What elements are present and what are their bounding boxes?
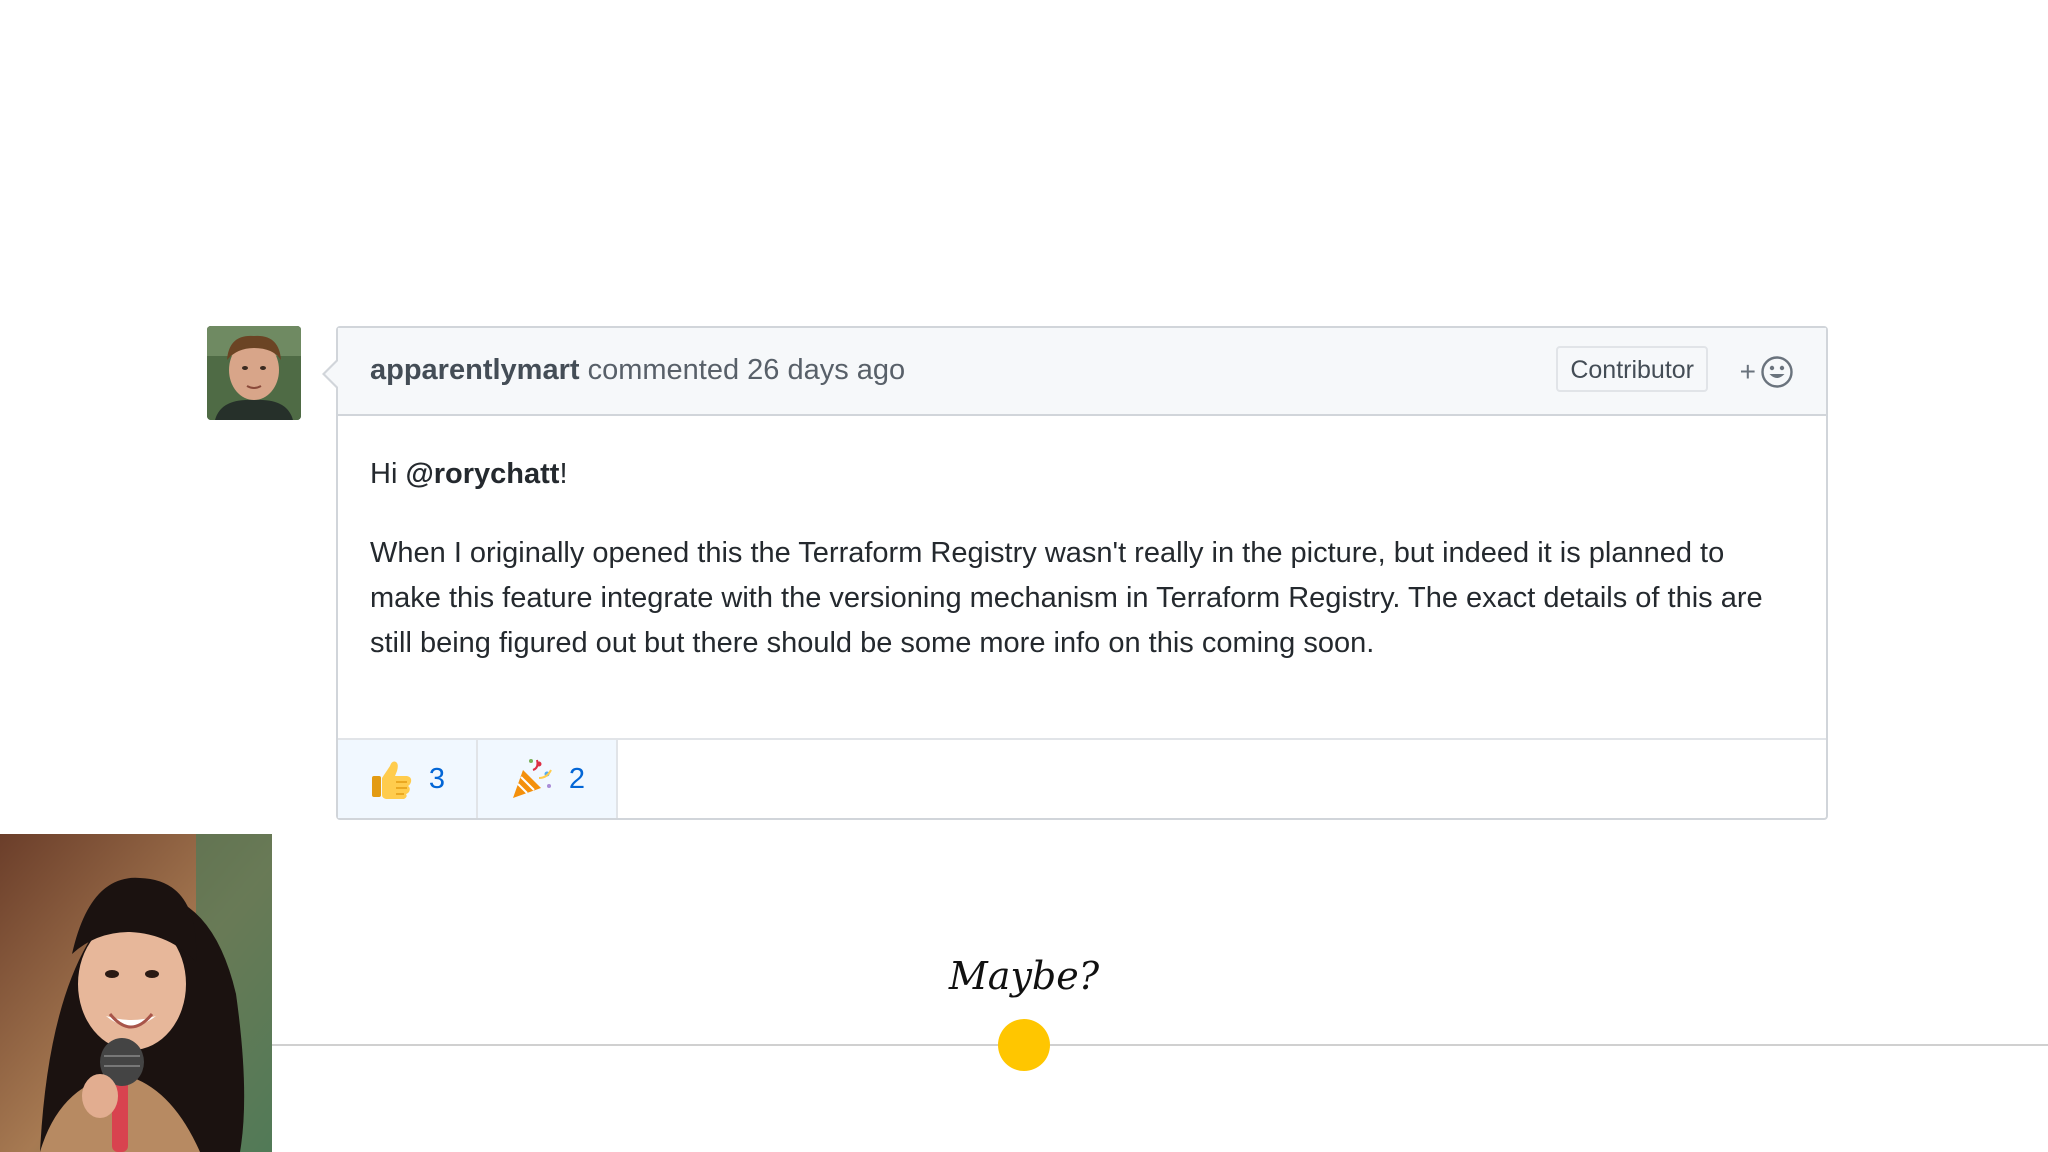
smiley-icon xyxy=(1761,356,1793,388)
user-mention-link[interactable]: @rorychatt xyxy=(405,458,559,490)
comment-timestamp-link[interactable]: 26 days ago xyxy=(747,354,905,386)
party-popper-icon xyxy=(512,759,552,798)
comment-header: apparentlymart commented 26 days ago Con… xyxy=(338,328,1826,416)
add-reaction-button[interactable]: + xyxy=(1740,354,1794,390)
timeline-marker xyxy=(998,1019,1050,1071)
reaction-hooray-button[interactable]: 2 xyxy=(478,740,618,818)
comment-author-link[interactable]: apparentlymart xyxy=(370,354,580,386)
reaction-hooray-count: 2 xyxy=(568,762,586,795)
comment-meta: apparentlymart commented 26 days ago xyxy=(370,354,905,387)
contributor-badge: Contributor xyxy=(1556,346,1708,392)
comment-body: Hi @rorychatt! When I originally opened … xyxy=(370,452,1780,700)
singer-photo xyxy=(0,834,272,1152)
greeting-suffix: ! xyxy=(559,458,568,490)
timeline-label: Maybe? xyxy=(948,954,1100,998)
comment-paragraph: When I originally opened this the Terraf… xyxy=(370,537,1763,659)
issue-comment: apparentlymart commented 26 days ago Con… xyxy=(322,326,1828,820)
thumbs-up-icon xyxy=(371,761,412,799)
comment-action: commented xyxy=(587,354,740,386)
timeline-line xyxy=(272,1044,2048,1046)
reactions-bar: 3 2 xyxy=(338,738,1826,818)
reaction-thumbs-up-button[interactable]: 3 xyxy=(338,740,478,818)
greeting-prefix: Hi xyxy=(370,458,406,490)
plus-icon: + xyxy=(1739,356,1756,387)
user-avatar[interactable] xyxy=(207,326,301,420)
reaction-thumbs-up-count: 3 xyxy=(428,762,446,795)
comment-greeting: Hi @rorychatt! xyxy=(370,452,1780,497)
